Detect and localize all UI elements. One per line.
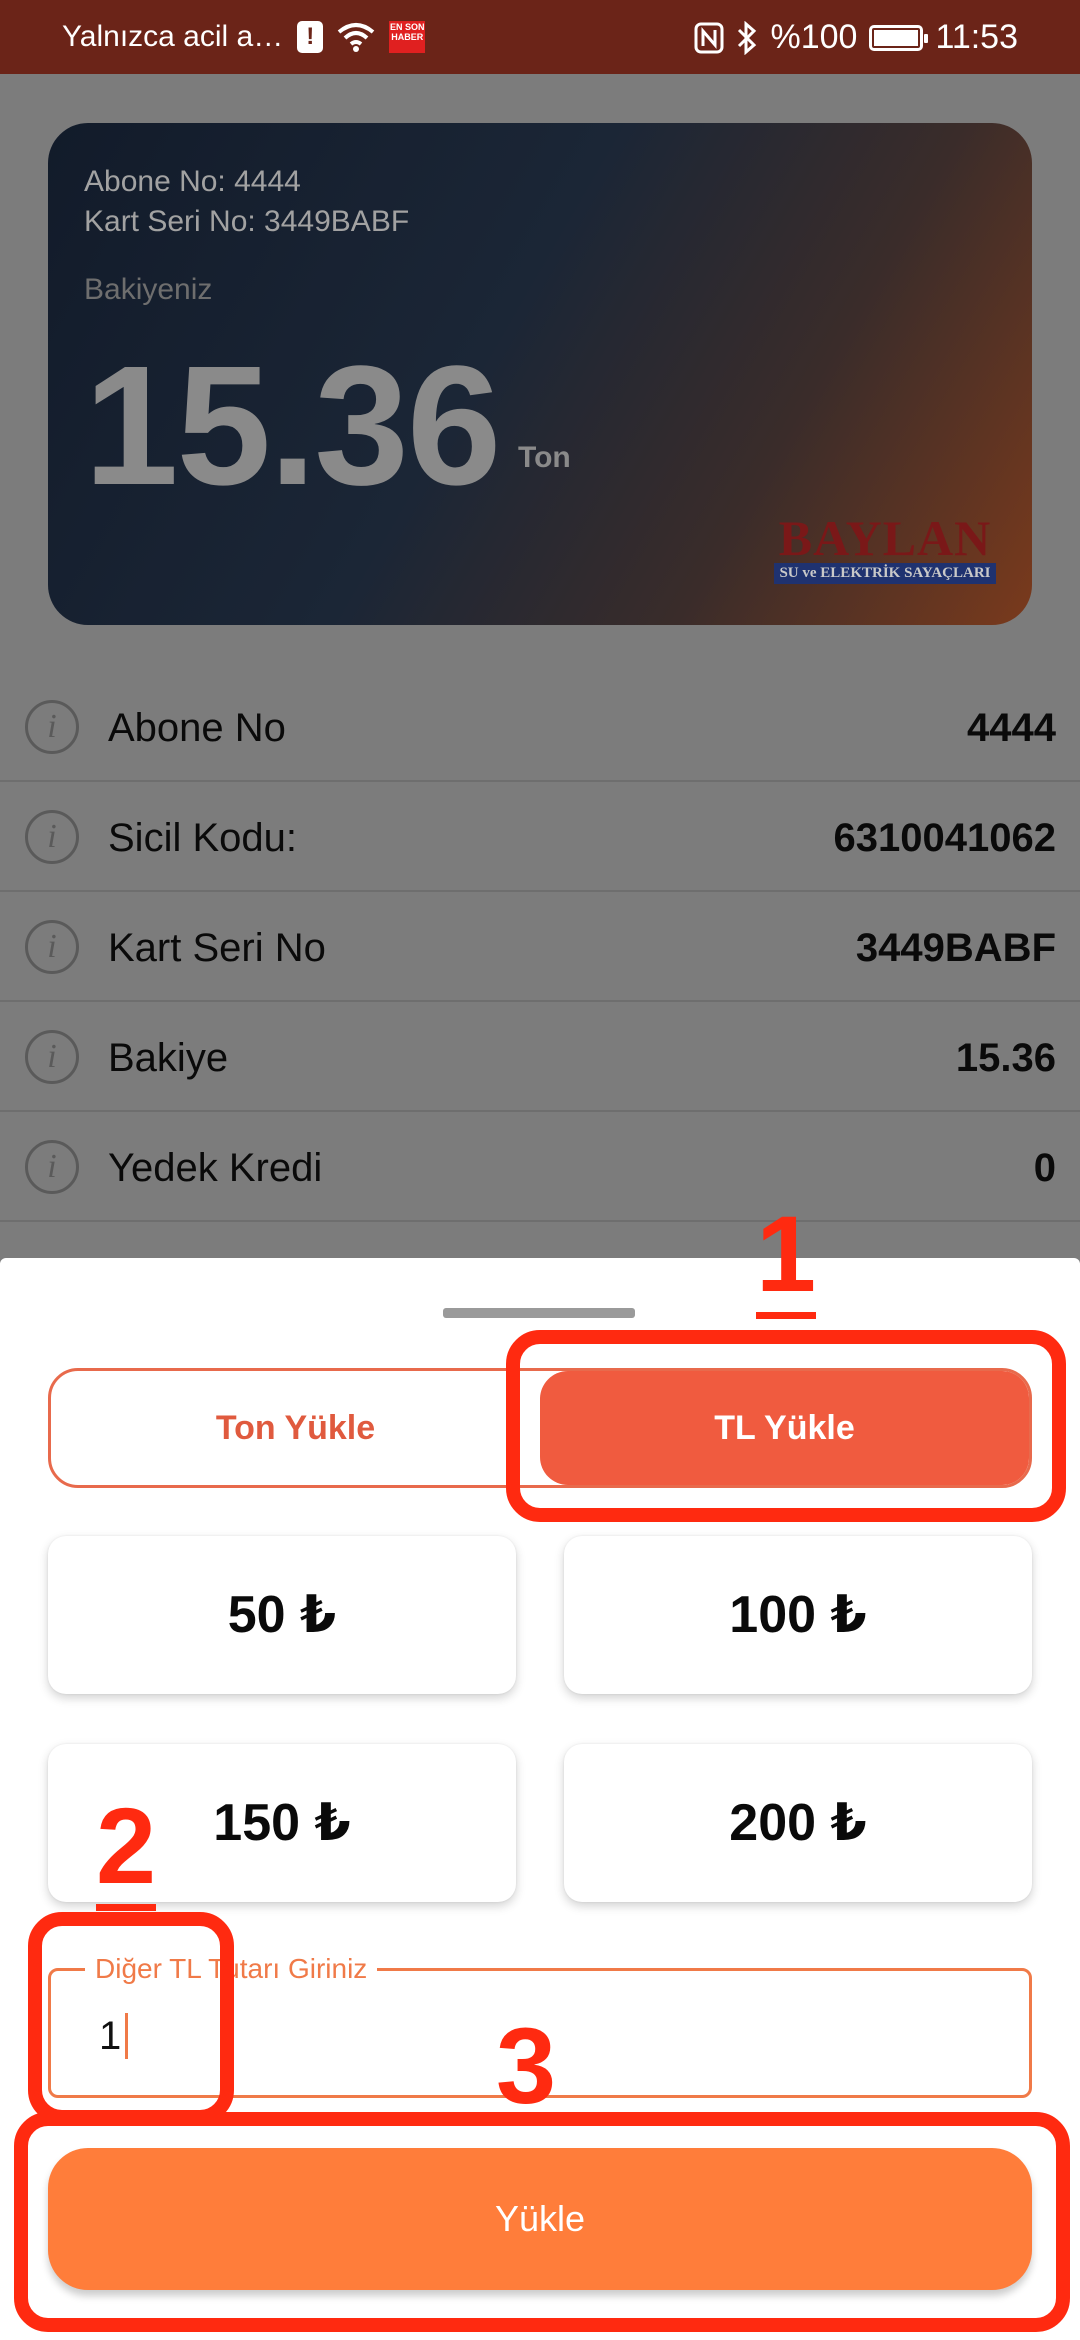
info-list: i Abone No 4444 i Sicil Kodu: 6310041062…: [0, 672, 1080, 1222]
card-balance-value: 15.36: [84, 331, 501, 521]
logo-brand: BAYLAN: [778, 510, 992, 566]
info-icon: i: [25, 920, 79, 974]
annotation-number-2: 2: [96, 1792, 157, 1911]
info-row-reserve-credit: i Yedek Kredi 0: [0, 1112, 1080, 1222]
info-label: Yedek Kredi: [108, 1146, 323, 1190]
info-value: 3449BABF: [855, 926, 1056, 970]
info-icon: i: [25, 1140, 79, 1194]
status-bar: Yalnızca acil a… ! EN SON HABER %100 11:…: [0, 0, 1080, 74]
wifi-icon: [337, 23, 375, 52]
card-serial-line: Kart Seri No: 3449BABF: [84, 205, 410, 238]
status-bar-right: %100 11:53: [694, 18, 1018, 57]
annotation-box-1: [506, 1330, 1066, 1522]
card-subscriber-line: Abone No: 4444: [84, 165, 301, 198]
battery-percent: %100: [770, 18, 858, 56]
info-icon: i: [25, 700, 79, 754]
annotation-number-3: 3: [496, 2005, 557, 2126]
amount-option-100[interactable]: 100 ₺: [564, 1536, 1032, 1694]
baylan-logo: BAYLAN SU ve ELEKTRİK SAYAÇLARI: [774, 513, 996, 584]
info-label: Abone No: [108, 706, 286, 750]
card-balance-label: Bakiyeniz: [84, 273, 213, 306]
annotation-number-1: 1: [756, 1200, 817, 1319]
info-row-subscriber-no: i Abone No 4444: [0, 672, 1080, 782]
annotation-box-3: [14, 2112, 1070, 2332]
balance-card: Abone No: 4444 Kart Seri No: 3449BABF Ba…: [48, 123, 1032, 625]
amount-option-200[interactable]: 200 ₺: [564, 1744, 1032, 1902]
info-value: 0: [1033, 1146, 1056, 1190]
logo-tagline: SU ve ELEKTRİK SAYAÇLARI: [774, 563, 996, 584]
info-label: Sicil Kodu:: [108, 816, 297, 860]
annotation-box-2: [28, 1912, 234, 2124]
alert-icon: !: [297, 21, 324, 53]
notification-text: Yalnızca acil a…: [62, 20, 284, 53]
info-row-balance: i Bakiye 15.36: [0, 1002, 1080, 1112]
info-label: Kart Seri No: [108, 926, 326, 970]
info-value: 4444: [967, 706, 1056, 750]
card-balance-unit: Ton: [518, 441, 571, 474]
nfc-icon: [694, 22, 724, 53]
status-bar-left: Yalnızca acil a… ! EN SON HABER: [62, 20, 426, 54]
clock: 11:53: [935, 18, 1018, 56]
bluetooth-icon: [738, 20, 757, 55]
info-row-card-serial: i Kart Seri No 3449BABF: [0, 892, 1080, 1002]
info-icon: i: [25, 1030, 79, 1084]
info-icon: i: [25, 810, 79, 864]
info-value: 15.36: [955, 1036, 1056, 1080]
info-row-registry-code: i Sicil Kodu: 6310041062: [0, 782, 1080, 892]
info-value: 6310041062: [833, 816, 1056, 860]
info-label: Bakiye: [108, 1036, 229, 1080]
tab-ton-top-up[interactable]: Ton Yükle: [51, 1371, 540, 1485]
battery-icon: [869, 24, 929, 51]
amount-option-50[interactable]: 50 ₺: [48, 1536, 516, 1694]
news-icon: EN SON HABER: [389, 21, 426, 53]
sheet-drag-handle[interactable]: [443, 1308, 635, 1318]
